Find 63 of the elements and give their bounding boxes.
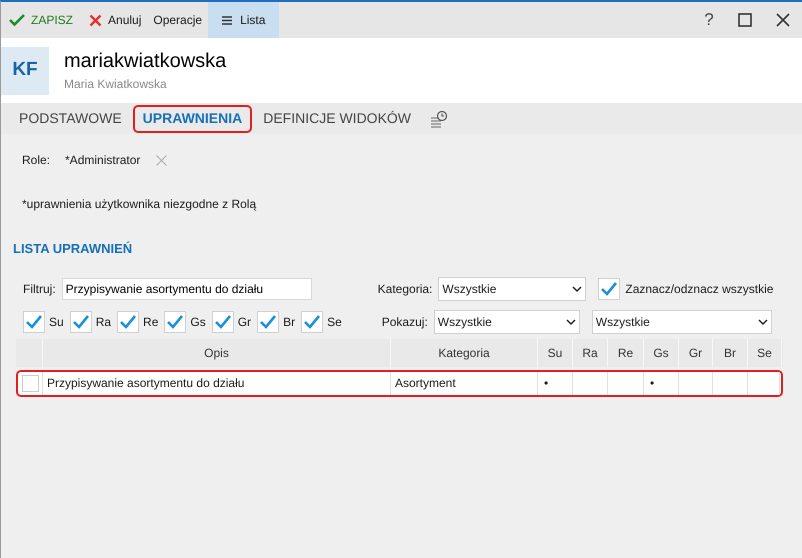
- dropdown[interactable]: Wszystkie: [438, 276, 586, 300]
- remove-icon[interactable]: [156, 154, 168, 166]
- operations-menu[interactable]: Operacje: [147, 2, 208, 38]
- column-header: Br: [713, 338, 748, 366]
- show-label: Pokazuj:: [382, 314, 428, 330]
- checkbox[interactable]: [117, 310, 140, 332]
- section-title: LISTA UPRAWNIEŃ: [13, 240, 134, 258]
- checkbox[interactable]: [70, 310, 92, 332]
- history-icon[interactable]: [430, 110, 448, 128]
- list-button[interactable]: Lista: [208, 2, 280, 38]
- table-row[interactable]: Przypisywanie asortymentu do działu Asortyment • •: [16, 370, 783, 396]
- row-checkbox[interactable]: [22, 374, 38, 392]
- column-header: Opis: [43, 338, 391, 366]
- checkbox[interactable]: [23, 310, 45, 332]
- column-header: Kategoria: [391, 338, 538, 366]
- maximize-icon: [738, 13, 752, 27]
- close-icon: [776, 13, 790, 27]
- table-cell-text: Przypisywanie asortymentu do działu: [47, 375, 244, 392]
- note-text: *uprawnienia użytkownika niezgodne z Rolą: [21, 196, 258, 213]
- column-toggle-label: Su: [49, 314, 64, 330]
- filter-label: Filtruj:: [23, 280, 56, 298]
- chevron-down-icon: [758, 318, 768, 326]
- help-button[interactable]: ?: [692, 2, 726, 38]
- column-header: Su: [538, 338, 573, 366]
- menu-icon: [222, 16, 232, 24]
- tab[interactable]: UPRAWNIENIA: [132, 104, 252, 132]
- role-name: *Administrator: [65, 152, 140, 169]
- filter-input[interactable]: Przypisywanie asortymentu do działu: [62, 278, 312, 300]
- column-header: Ra: [573, 338, 608, 366]
- checkbox[interactable]: [257, 310, 280, 332]
- table-cell-text: •: [650, 375, 654, 392]
- cancel-button[interactable]: Anuluj: [83, 2, 148, 38]
- tab[interactable]: PODSTAWOWE: [9, 104, 132, 132]
- checkmark-icon: [9, 13, 25, 27]
- table-cell-text: •: [544, 375, 548, 392]
- column-header: Gs: [644, 338, 679, 366]
- cross-icon: [89, 14, 102, 26]
- category-label: Kategoria:: [378, 280, 432, 298]
- table-cell-text: Asortyment: [395, 375, 456, 392]
- column-toggle-label: Gr: [238, 314, 252, 330]
- column-header: Gr: [679, 338, 713, 366]
- column-toggle-label: Gs: [190, 314, 206, 330]
- checkbox[interactable]: [212, 310, 234, 332]
- dropdown[interactable]: Wszystkie: [592, 310, 772, 334]
- column-header: Se: [748, 338, 782, 366]
- user-login: mariakwiatkowska: [64, 48, 226, 72]
- chevron-down-icon: [566, 318, 576, 326]
- tab[interactable]: DEFINICJE WIDOKÓW: [253, 104, 422, 132]
- dropdown[interactable]: Wszystkie: [434, 310, 580, 334]
- column-header: Re: [608, 338, 644, 366]
- column-toggle-label: Se: [327, 314, 342, 330]
- user-full-name: Maria Kwiatkowska: [64, 76, 168, 92]
- checkbox[interactable]: [598, 278, 620, 300]
- select-all-label: Zaznacz/odznacz wszystkie: [625, 280, 774, 298]
- column-toggle-label: Ra: [96, 314, 112, 330]
- roles-label: Role:: [22, 152, 50, 169]
- column-toggle-label: Re: [143, 314, 158, 330]
- save-button[interactable]: ZAPISZ: [1, 2, 84, 38]
- checkbox[interactable]: [164, 310, 186, 332]
- chevron-down-icon: [572, 284, 582, 292]
- checkbox[interactable]: [301, 310, 324, 332]
- avatar-initials: KF: [1, 46, 49, 94]
- column-toggle-label: Br: [283, 314, 296, 330]
